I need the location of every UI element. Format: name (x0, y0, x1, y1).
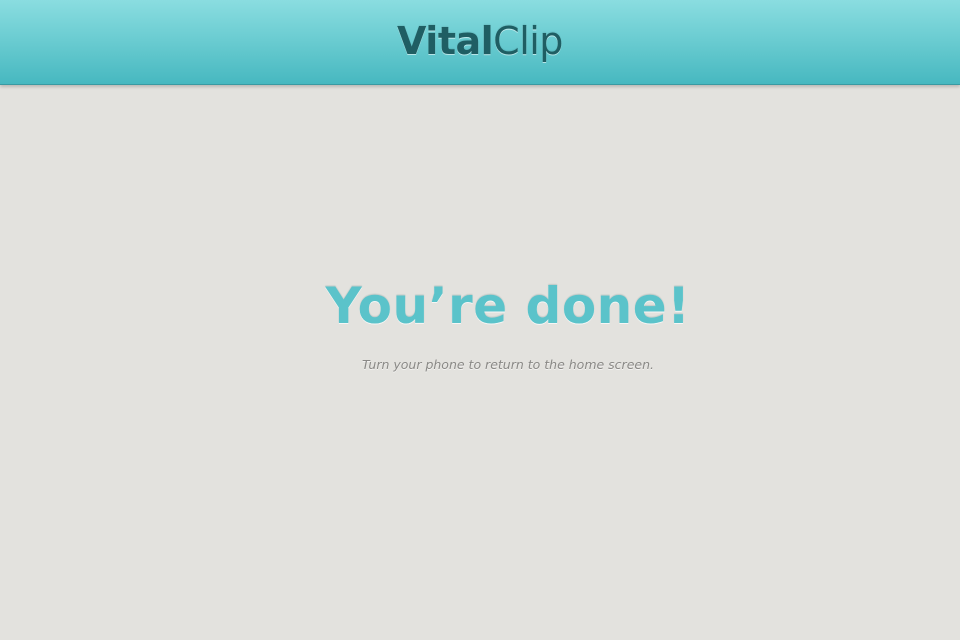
logo-bold-text: Vital (397, 18, 494, 63)
completion-instructions: Turn your phone to return to the home sc… (362, 357, 654, 372)
main-content: You’re done! Turn your phone to return t… (0, 85, 960, 640)
header-bar: VitalClip (0, 0, 960, 85)
logo-light-text: Clip (493, 18, 563, 63)
app-logo: VitalClip (397, 22, 563, 60)
app-screen: VitalClip You’re done! Turn your phone t… (0, 0, 960, 640)
completion-title: You’re done! (325, 277, 691, 335)
